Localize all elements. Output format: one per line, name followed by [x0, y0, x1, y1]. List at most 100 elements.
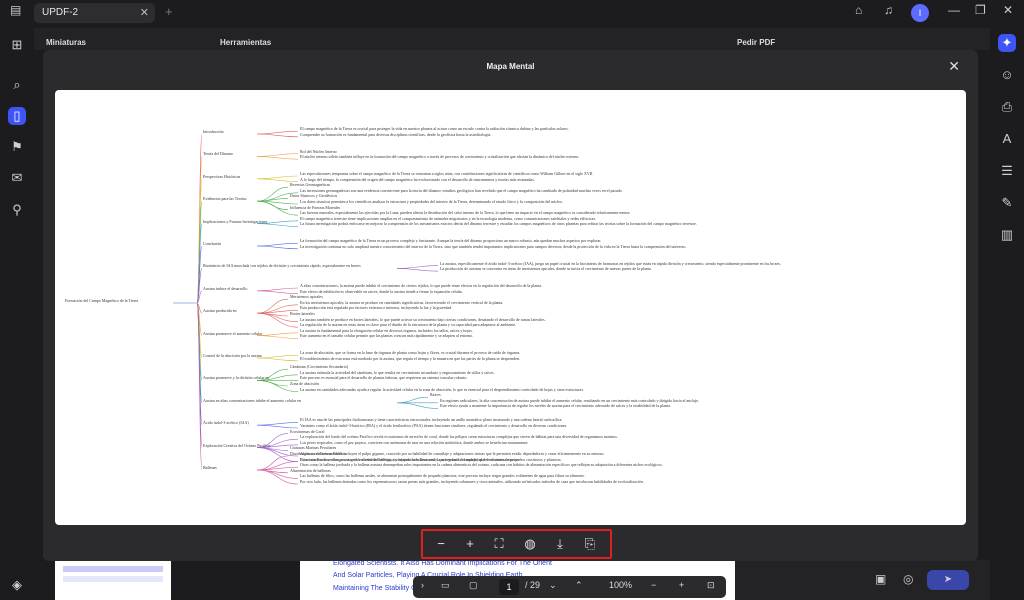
mind-map-detail[interactable]: La regulación de la auxina en estas área… — [300, 322, 516, 327]
pages-icon[interactable]: ▯ — [8, 107, 26, 125]
mind-map-node[interactable]: Introducción — [203, 129, 223, 134]
document-tab[interactable]: UPDF-2 ✕ — [34, 3, 155, 23]
menu-icon[interactable]: ▤ — [10, 3, 21, 17]
mind-map-canvas[interactable]: Formación del Campo Magnético de la Tier… — [55, 90, 966, 525]
minimize-icon[interactable]: — — [948, 3, 960, 17]
mind-map-detail[interactable]: El IAA es una de las principales fitohor… — [300, 417, 562, 422]
mind-map-detail[interactable]: La exploración del fondo del océano Pací… — [300, 434, 618, 439]
prev-page-icon[interactable]: ⌄ — [549, 580, 557, 591]
mind-map-detail[interactable]: Brotes laterales — [290, 311, 315, 316]
mind-map-detail[interactable]: En los meristemos apicales, la auxina se… — [300, 300, 503, 305]
translate-icon[interactable]: A — [998, 130, 1016, 148]
avatar[interactable]: I — [911, 4, 929, 22]
actual-size-icon[interactable]: ⊡ — [707, 580, 715, 591]
reading-mode-icon[interactable]: ▭ — [441, 580, 450, 591]
mind-map-detail[interactable]: Raíces — [430, 392, 441, 397]
close-window-icon[interactable]: ✕ — [1003, 3, 1013, 17]
mind-map-detail[interactable]: Los datos sísmicos permiten a los cientí… — [300, 199, 563, 204]
mind-map-detail[interactable]: La futura investigación podría enfocarse… — [300, 221, 697, 226]
bookmark-icon[interactable]: ⚑ — [8, 138, 26, 156]
form-icon[interactable]: ☰ — [998, 162, 1016, 180]
mind-map-detail[interactable]: Cámbium (Crecimiento Secundario) — [290, 364, 348, 369]
mind-map-node[interactable]: Implicaciones y Futuras Investigaciones — [203, 219, 267, 224]
zoom-out-icon[interactable]: − — [651, 580, 656, 590]
mind-map-node[interactable]: Auxina promueve y la división celular en — [203, 375, 269, 380]
mind-map-detail[interactable]: La formación del campo magnético de la T… — [300, 238, 601, 243]
mind-map-node[interactable]: Exploración Creativa del Océano Pacífico — [203, 443, 270, 448]
mind-map-detail[interactable]: El campo magnético de la Tierra es cruci… — [300, 126, 569, 131]
mind-map-detail[interactable]: El océano Pacífico alberga una gran vari… — [300, 457, 562, 462]
mind-map-detail[interactable]: Ecosistemas de Coral — [290, 429, 324, 434]
next-page-icon[interactable]: ⌃ — [575, 580, 583, 591]
mind-map-detail[interactable]: Las especulaciones tempranas sobre el ca… — [300, 171, 593, 176]
mind-map-node[interactable]: Auxina producida en — [203, 308, 237, 313]
mind-map-node[interactable]: Control de la abscisión por la auxina — [203, 353, 262, 358]
mind-map-detail[interactable]: Este proceso es esencial para el desarro… — [300, 375, 467, 380]
fit-screen-button[interactable]: ⛶ — [489, 535, 509, 553]
mind-map-detail[interactable]: Criaturas Marinas Peculiares — [290, 445, 336, 450]
gift-icon[interactable]: ⌂ — [855, 3, 862, 17]
mind-map-detail[interactable]: Otras como la ballena jorobada y la ball… — [300, 462, 663, 467]
mind-map-detail[interactable]: Las fuerzas mareales, especialmente las … — [300, 210, 630, 215]
screenshot-icon[interactable]: ◎ — [903, 572, 913, 586]
mind-map-detail[interactable]: Las ballenas de filtro, como las ballena… — [300, 473, 585, 478]
mind-map-detail[interactable]: Distribución en el Océano Pacífico — [290, 451, 346, 456]
attachment-icon[interactable]: ⚲ — [8, 201, 26, 219]
mind-map-detail[interactable]: Influencia de Fuerzas Mareales — [290, 205, 340, 210]
bell-icon[interactable]: ♫ — [884, 3, 893, 17]
comment-icon[interactable]: ✉ — [8, 169, 26, 187]
emoji-icon[interactable]: ☺ — [998, 66, 1016, 84]
mind-map-detail[interactable]: La auxina también se produce en brotes l… — [300, 317, 546, 322]
mind-map-root[interactable]: Formación del Campo Magnético de la Tier… — [65, 298, 138, 303]
mind-map-detail[interactable]: Este aumento en el tamaño celular permit… — [300, 333, 473, 338]
mind-map-detail[interactable]: Este efecto ayuda a mantener la importan… — [440, 403, 671, 408]
mind-map-node[interactable]: Auxina en altas concentraciones inhibe e… — [203, 398, 301, 403]
mind-map-detail[interactable]: Variantes como el ácido indol-3-butírico… — [300, 423, 567, 428]
mind-map-detail[interactable]: Alimentación de ballenas — [290, 468, 331, 473]
mind-map-detail[interactable]: La producción de auxinas se concentra en… — [440, 266, 652, 271]
zoom-in-icon[interactable]: + — [679, 580, 684, 590]
mind-map-node[interactable]: Evidencias para las Teorías — [203, 196, 247, 201]
mind-map-detail[interactable]: La auxina en cantidades adecuadas ayuda … — [300, 387, 584, 392]
mind-map-detail[interactable]: La auxina es fundamental para la elongac… — [300, 328, 473, 333]
mind-map-detail[interactable]: El establecimiento de esta zona está med… — [300, 356, 520, 361]
ocr-icon[interactable]: ⎙ — [998, 98, 1016, 116]
mind-map-node[interactable]: Teoría del Dínamo — [203, 151, 233, 156]
mind-map-node[interactable]: Auxina induce el desarrollo — [203, 286, 247, 291]
expand-icon[interactable]: › — [421, 580, 424, 590]
mind-map-detail[interactable]: Las inversiones geomagnéticas son una ev… — [300, 188, 623, 193]
mind-map-detail[interactable]: El núcleo interno sólido también influye… — [300, 154, 579, 159]
presentation-icon[interactable]: ▢ — [469, 580, 478, 591]
mind-map-detail[interactable]: La auxina estimula la actividad del cámb… — [300, 370, 495, 375]
mind-map-detail[interactable]: La auxina, específicamente el ácido indo… — [440, 261, 781, 266]
mind-map-node[interactable]: Ballenas — [203, 465, 217, 470]
mind-map-detail[interactable]: El campo magnético terrestre tiene impli… — [300, 216, 596, 221]
book-icon[interactable]: ▥ — [998, 226, 1016, 244]
new-tab-icon[interactable]: + — [165, 4, 173, 19]
mind-map-detail[interactable]: Datos Sísmicos y Geodésicos — [290, 193, 337, 198]
mind-map-detail[interactable]: Esta producción está regulada por factor… — [300, 305, 452, 310]
image-icon[interactable]: ▣ — [875, 572, 886, 586]
zoom-level[interactable]: 100% — [609, 580, 632, 590]
download-button[interactable]: ⤓ — [550, 535, 570, 553]
restore-icon[interactable]: ❐ — [975, 3, 986, 17]
mind-map-detail[interactable]: Rol del Núcleo Interno — [300, 149, 337, 154]
globe-button[interactable]: ◍ — [520, 535, 540, 553]
zoom-in-button[interactable]: + — [460, 535, 480, 553]
thumbnail-preview[interactable] — [55, 560, 171, 600]
mind-map-detail[interactable]: Los peces tropicales, como el pez payaso… — [300, 440, 528, 445]
send-button[interactable]: ➤ — [927, 570, 969, 590]
close-tab-icon[interactable]: ✕ — [140, 6, 149, 19]
mind-map-detail[interactable]: Comprender su formación es fundamental p… — [300, 132, 491, 137]
mind-map-detail[interactable]: La investigación continua no solo amplia… — [300, 244, 686, 249]
mind-map-node[interactable]: Conclusión — [203, 241, 221, 246]
layers-icon[interactable]: ◈ — [8, 576, 26, 594]
mind-map-detail[interactable]: Zona de abscisión — [290, 381, 319, 386]
mind-map-node[interactable]: Ácido indol-3-acético (IAA) — [203, 420, 249, 425]
mind-map-detail[interactable]: En regiones radiculares, la alta concent… — [440, 398, 699, 403]
mind-map-detail[interactable]: A altas concentraciones, la auxina puede… — [300, 283, 542, 288]
export-button[interactable]: ⎘ — [580, 535, 600, 553]
zoom-out-button[interactable]: − — [431, 535, 451, 553]
mind-map-detail[interactable]: A lo largo del tiempo, la comprensión de… — [300, 177, 535, 182]
thumbnails-icon[interactable]: ⊞ — [8, 36, 26, 54]
